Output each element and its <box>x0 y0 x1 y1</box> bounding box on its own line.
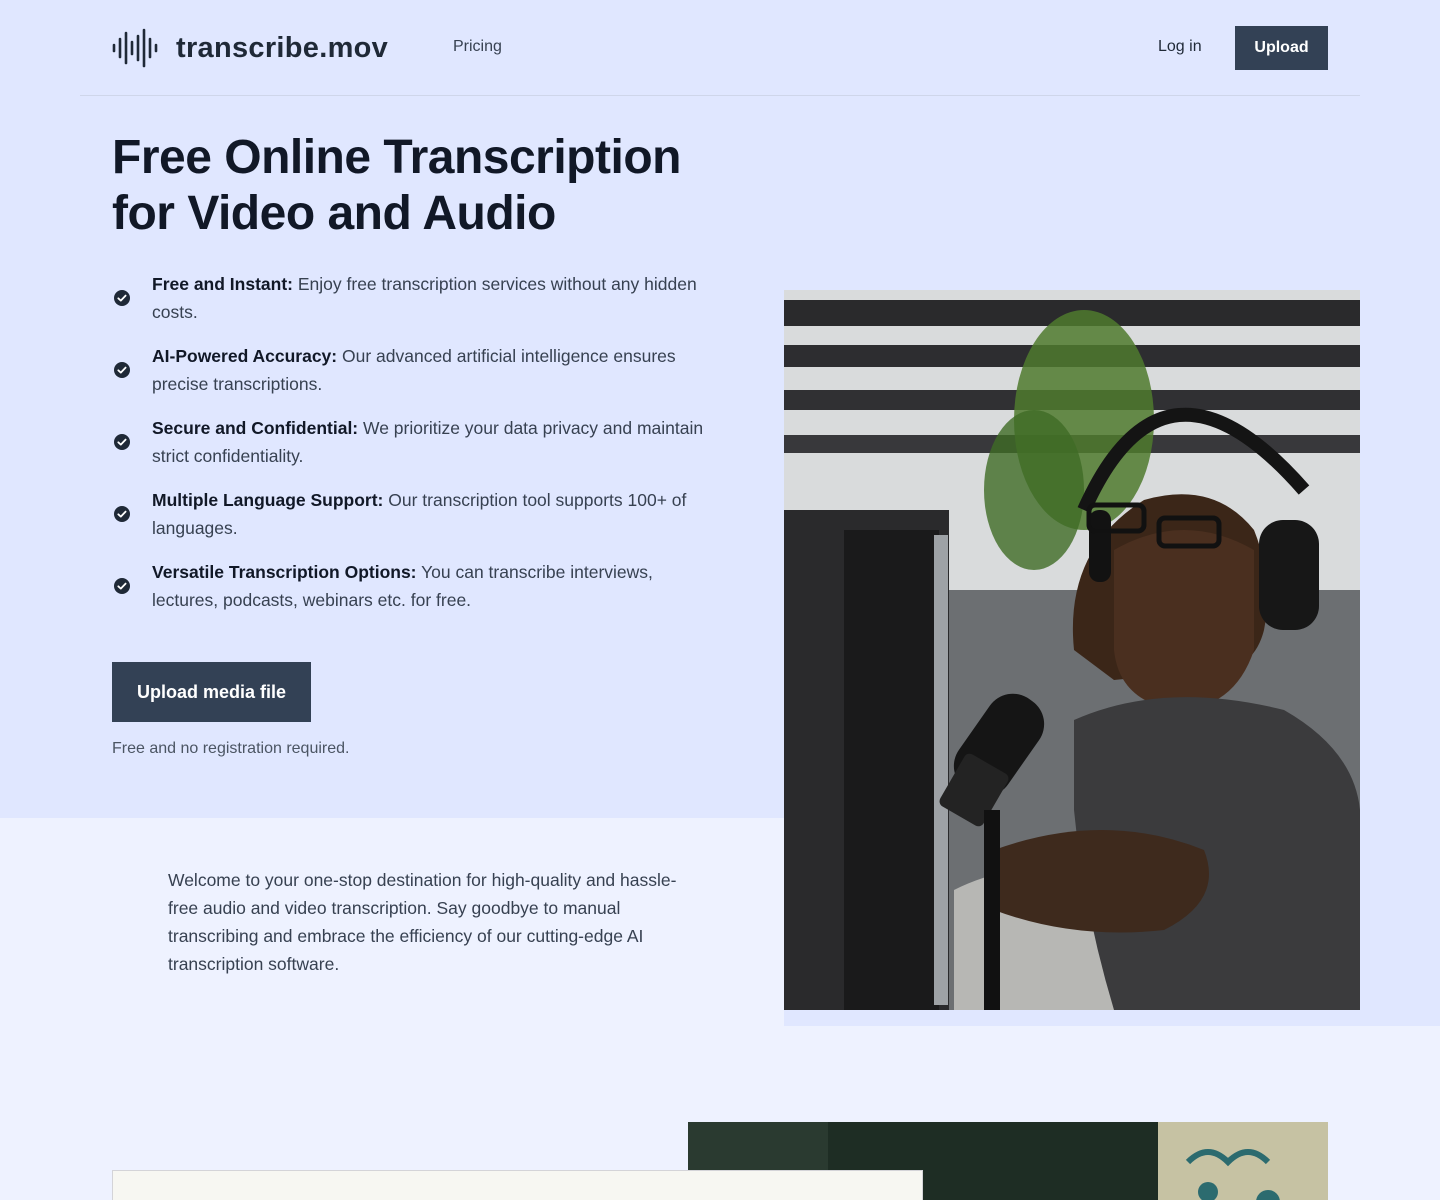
feature-item: Multiple Language Support: Our transcrip… <box>112 486 712 558</box>
feature-item: Versatile Transcription Options: You can… <box>112 558 712 630</box>
feature-title: AI-Powered Accuracy: <box>152 346 338 366</box>
check-circle-icon <box>114 290 130 306</box>
feature-title: Free and Instant: <box>152 274 293 294</box>
hero-title: Free Online Transcription for Video and … <box>112 130 752 242</box>
cta-note: Free and no registration required. <box>112 740 350 757</box>
brand-logo[interactable]: transcribe.mov <box>112 28 388 68</box>
feature-item: Free and Instant: Enjoy free transcripti… <box>112 270 712 342</box>
feature-list: Free and Instant: Enjoy free transcripti… <box>112 270 712 630</box>
login-link[interactable]: Log in <box>1158 38 1202 56</box>
feature-item: AI-Powered Accuracy: Our advanced artifi… <box>112 342 712 414</box>
check-circle-icon <box>114 434 130 450</box>
podcaster-illustration <box>784 290 1360 1010</box>
hero-title-line-1: Free Online Transcription <box>112 131 681 184</box>
feature-title: Versatile Transcription Options: <box>152 562 417 582</box>
check-circle-icon <box>114 578 130 594</box>
bottom-card <box>112 1170 923 1200</box>
hero-photo-podcaster <box>784 290 1360 1010</box>
nav-pricing-link[interactable]: Pricing <box>453 38 502 56</box>
brand-name: transcribe.mov <box>176 31 389 64</box>
site-header: transcribe.mov Pricing Log in Upload <box>80 0 1360 96</box>
feature-title: Secure and Confidential: <box>152 418 359 438</box>
check-circle-icon <box>114 362 130 378</box>
hero-title-line-2: for Video and Audio <box>112 187 556 240</box>
feature-title: Multiple Language Support: <box>152 490 384 510</box>
feature-item: Secure and Confidential: We prioritize y… <box>112 414 712 486</box>
welcome-text: Welcome to your one-stop destination for… <box>168 870 677 974</box>
upload-media-button[interactable]: Upload media file <box>112 662 311 722</box>
header-upload-button[interactable]: Upload <box>1235 26 1328 70</box>
sound-wave-icon <box>112 28 158 68</box>
check-circle-icon <box>114 506 130 522</box>
